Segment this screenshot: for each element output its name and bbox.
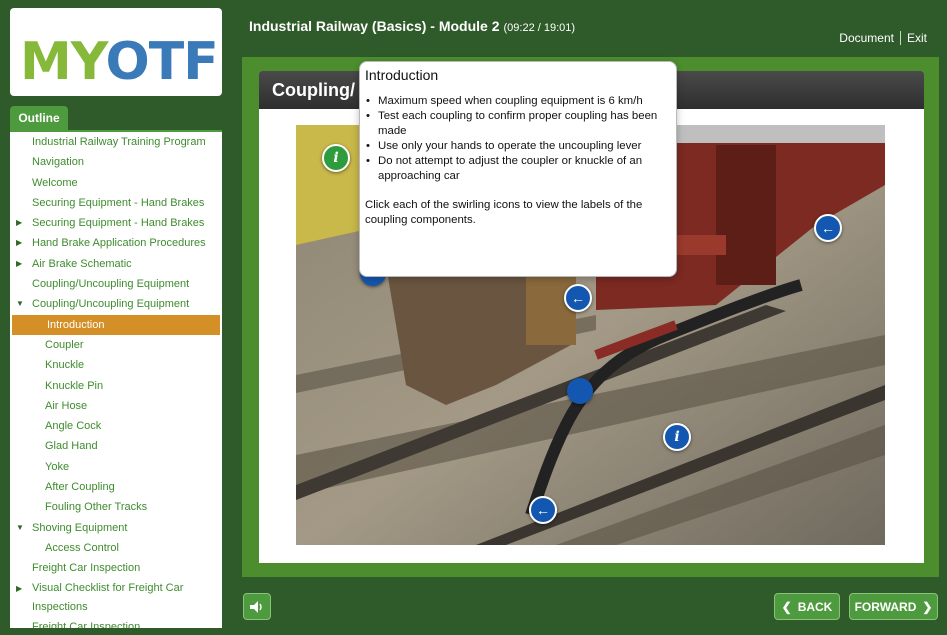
logo-wordmark: MYOTF xyxy=(20,32,219,92)
outline-item[interactable]: Freight Car Inspection xyxy=(10,558,222,578)
document-link[interactable]: Document xyxy=(833,31,900,45)
arrow-hotspot[interactable]: ← xyxy=(564,284,592,312)
outline-item-label: Freight Car Inspection xyxy=(32,562,141,575)
outline-item-label: Visual Checklist for Freight Car Inspect… xyxy=(32,581,184,613)
outline-item[interactable]: Yoke xyxy=(10,457,222,477)
outline-item-label: Welcome xyxy=(32,176,78,189)
myotf-logo: MYOTF xyxy=(10,8,222,96)
outline-item[interactable]: Navigation xyxy=(10,152,222,172)
outline-item-label: Shoving Equipment xyxy=(32,521,128,534)
course-title: Industrial Railway (Basics) - Module 2 (0… xyxy=(249,18,576,34)
popup-bullet: Maximum speed when coupling equipment is… xyxy=(366,94,668,109)
popup-bullet: Do not attempt to adjust the coupler or … xyxy=(366,154,668,184)
outline-item[interactable]: ▶ Hand Brake Application Procedures xyxy=(10,233,222,253)
outline-item[interactable]: Fouling Other Tracks xyxy=(10,497,222,517)
outline-item-label: Coupling/Uncoupling Equipment xyxy=(32,278,190,291)
info-hotspot[interactable]: i xyxy=(663,423,691,451)
outline-item-label: Access Control xyxy=(45,541,119,554)
outline-item-label: Securing Equipment - Hand Brakes xyxy=(32,196,205,209)
outline-item-label: Securing Equipment - Hand Brakes xyxy=(32,217,205,230)
outline-item[interactable]: Access Control xyxy=(10,538,222,558)
outline-item[interactable]: After Coupling xyxy=(10,477,222,497)
outline-item[interactable]: ▶ Securing Equipment - Hand Brakes xyxy=(10,213,222,233)
audio-button[interactable] xyxy=(243,593,271,620)
exit-link[interactable]: Exit xyxy=(899,31,933,45)
outline-item[interactable]: Air Hose xyxy=(10,396,222,416)
outline-item-label: Coupler xyxy=(45,338,84,351)
arrow-hotspot[interactable]: ← xyxy=(529,496,557,524)
info-hotspot-green[interactable]: i xyxy=(322,144,350,172)
outline-item[interactable]: Angle Cock xyxy=(10,416,222,436)
collapse-arrow-icon[interactable]: ▶ xyxy=(16,579,22,598)
outline-item-label: Air Brake Schematic xyxy=(32,257,132,270)
outline-item[interactable]: ▶ Air Brake Schematic xyxy=(10,254,222,274)
outline-item[interactable]: Freight Car Inspection xyxy=(10,617,222,628)
course-time: (09:22 / 19:01) xyxy=(503,22,576,34)
expand-arrow-icon[interactable]: ▼ xyxy=(16,294,24,314)
outline-item-label: Knuckle Pin xyxy=(45,379,104,392)
outline-item-label: Glad Hand xyxy=(45,440,98,453)
outline-item-label: Fouling Other Tracks xyxy=(45,501,148,514)
outline-item[interactable]: Knuckle Pin xyxy=(10,376,222,396)
outline-item[interactable]: Coupler xyxy=(10,335,222,355)
outline-item-label: Knuckle xyxy=(45,359,85,372)
outline-item-label: Coupling/Uncoupling Equipment xyxy=(32,298,190,311)
outline-item[interactable]: Securing Equipment - Hand Brakes xyxy=(10,193,222,213)
arrow-hotspot[interactable]: ← xyxy=(814,214,842,242)
outline-item[interactable]: Knuckle xyxy=(10,355,222,375)
outline-item-label: After Coupling xyxy=(45,481,115,494)
outline-item[interactable]: Glad Hand xyxy=(10,436,222,456)
popup-bullet: Test each coupling to confirm proper cou… xyxy=(366,109,668,139)
collapse-arrow-icon[interactable]: ▶ xyxy=(16,254,22,274)
chevron-left-icon: ❮ xyxy=(781,599,792,614)
outline-item-label: Freight Car Inspection xyxy=(32,620,141,628)
top-nav: Document Exit xyxy=(833,31,933,45)
outline-item-label: Introduction xyxy=(47,318,105,331)
intro-popup: Introduction Maximum speed when coupling… xyxy=(359,61,677,277)
outline-item-label: Yoke xyxy=(45,460,70,473)
outline-tab[interactable]: Outline xyxy=(10,106,68,130)
outline-item[interactable]: Welcome xyxy=(10,173,222,193)
outline-item-label: Hand Brake Application Procedures xyxy=(32,237,206,250)
outline-item[interactable]: ▶ Visual Checklist for Freight Car Inspec… xyxy=(10,579,222,617)
blue-dot-hotspot[interactable] xyxy=(567,378,593,404)
speaker-icon xyxy=(250,600,262,613)
outline-item[interactable]: ▼ Shoving Equipment xyxy=(10,518,222,538)
outline-item-label: Air Hose xyxy=(45,399,88,412)
popup-bullets: Maximum speed when coupling equipment is… xyxy=(365,94,668,184)
outline-item-label: Angle Cock xyxy=(45,420,102,433)
popup-bullet: Use only your hands to operate the uncou… xyxy=(366,139,668,154)
outline-item[interactable]: ▼ Coupling/Uncoupling Equipment xyxy=(10,294,222,314)
outline-item[interactable]: Introduction xyxy=(12,314,220,335)
popup-title: Introduction xyxy=(365,67,439,83)
outline-item[interactable]: Industrial Railway Training Program xyxy=(10,132,222,152)
outline-item-label: Navigation xyxy=(32,156,84,169)
chevron-right-icon: ❯ xyxy=(922,599,933,614)
outline-panel: Industrial Railway Training Program Navig… xyxy=(10,130,222,628)
popup-note: Click each of the swirling icons to view… xyxy=(365,199,643,226)
forward-button[interactable]: FORWARD ❯ xyxy=(849,593,938,620)
collapse-arrow-icon[interactable]: ▶ xyxy=(16,233,22,253)
collapse-arrow-icon[interactable]: ▶ xyxy=(16,213,22,233)
expand-arrow-icon[interactable]: ▼ xyxy=(16,518,24,538)
outline-item[interactable]: Coupling/Uncoupling Equipment xyxy=(10,274,222,294)
outline-item-label: Industrial Railway Training Program xyxy=(32,136,206,148)
back-button[interactable]: ❮ BACK xyxy=(774,593,840,620)
